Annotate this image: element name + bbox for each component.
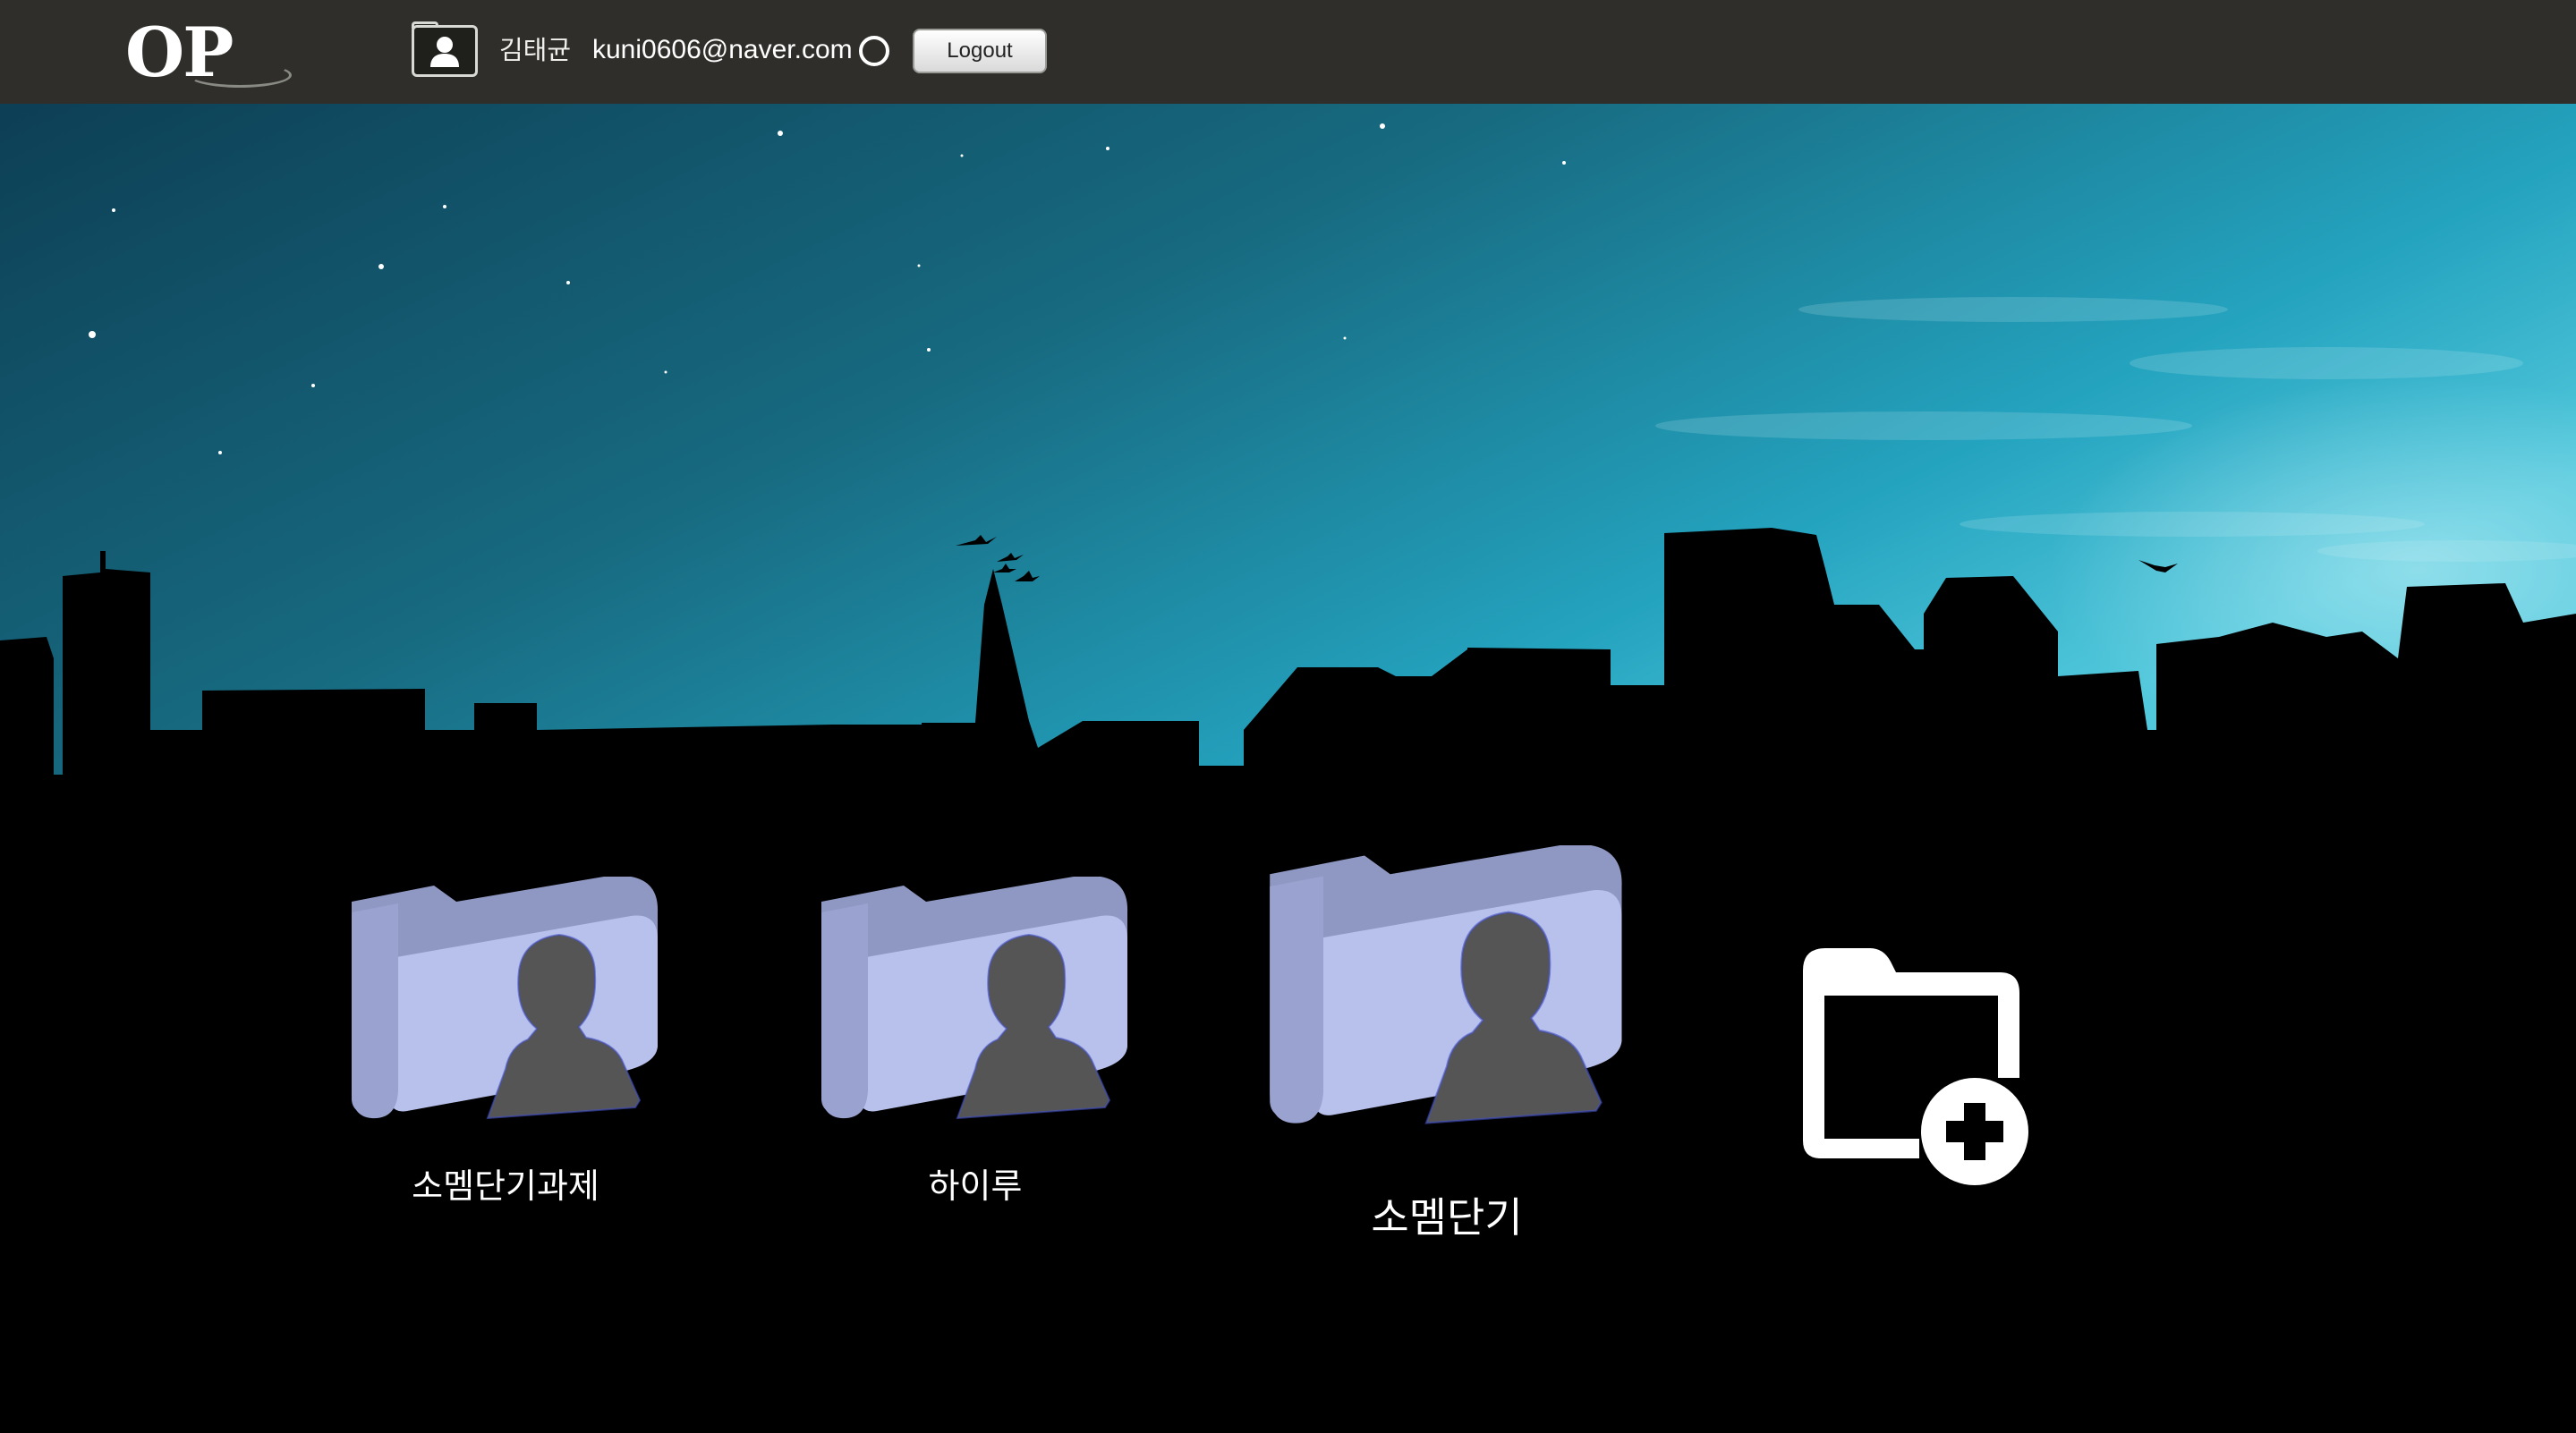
user-folder-icon xyxy=(352,877,659,1120)
add-folder-icon xyxy=(1803,948,2028,1185)
folder-item[interactable]: 소멤단기 xyxy=(1254,845,1639,1248)
logout-button[interactable]: Logout xyxy=(913,29,1047,73)
folder-item[interactable]: 하이루 xyxy=(814,877,1136,1234)
user-folder-icon xyxy=(1270,845,1622,1124)
top-bar: OP 김태균 kuni0606@naver.com Logout xyxy=(0,0,2576,104)
user-folder-icon xyxy=(821,877,1128,1120)
folder-item[interactable]: 소멤단기과제 xyxy=(344,877,667,1234)
user-folder-icon[interactable] xyxy=(412,25,478,77)
status-circle-icon[interactable] xyxy=(859,36,889,66)
folder-label: 소멤단기과제 xyxy=(412,1166,599,1206)
user-name: 김태균 xyxy=(499,35,572,65)
logo-swoosh xyxy=(188,63,292,88)
folder-label: 하이루 xyxy=(928,1166,1023,1206)
logo[interactable]: OP xyxy=(125,11,292,92)
folder-label: 소멤단기 xyxy=(1371,1193,1523,1242)
add-folder-button[interactable] xyxy=(1785,944,2036,1194)
user-email: kuni0606@naver.com xyxy=(592,35,853,64)
